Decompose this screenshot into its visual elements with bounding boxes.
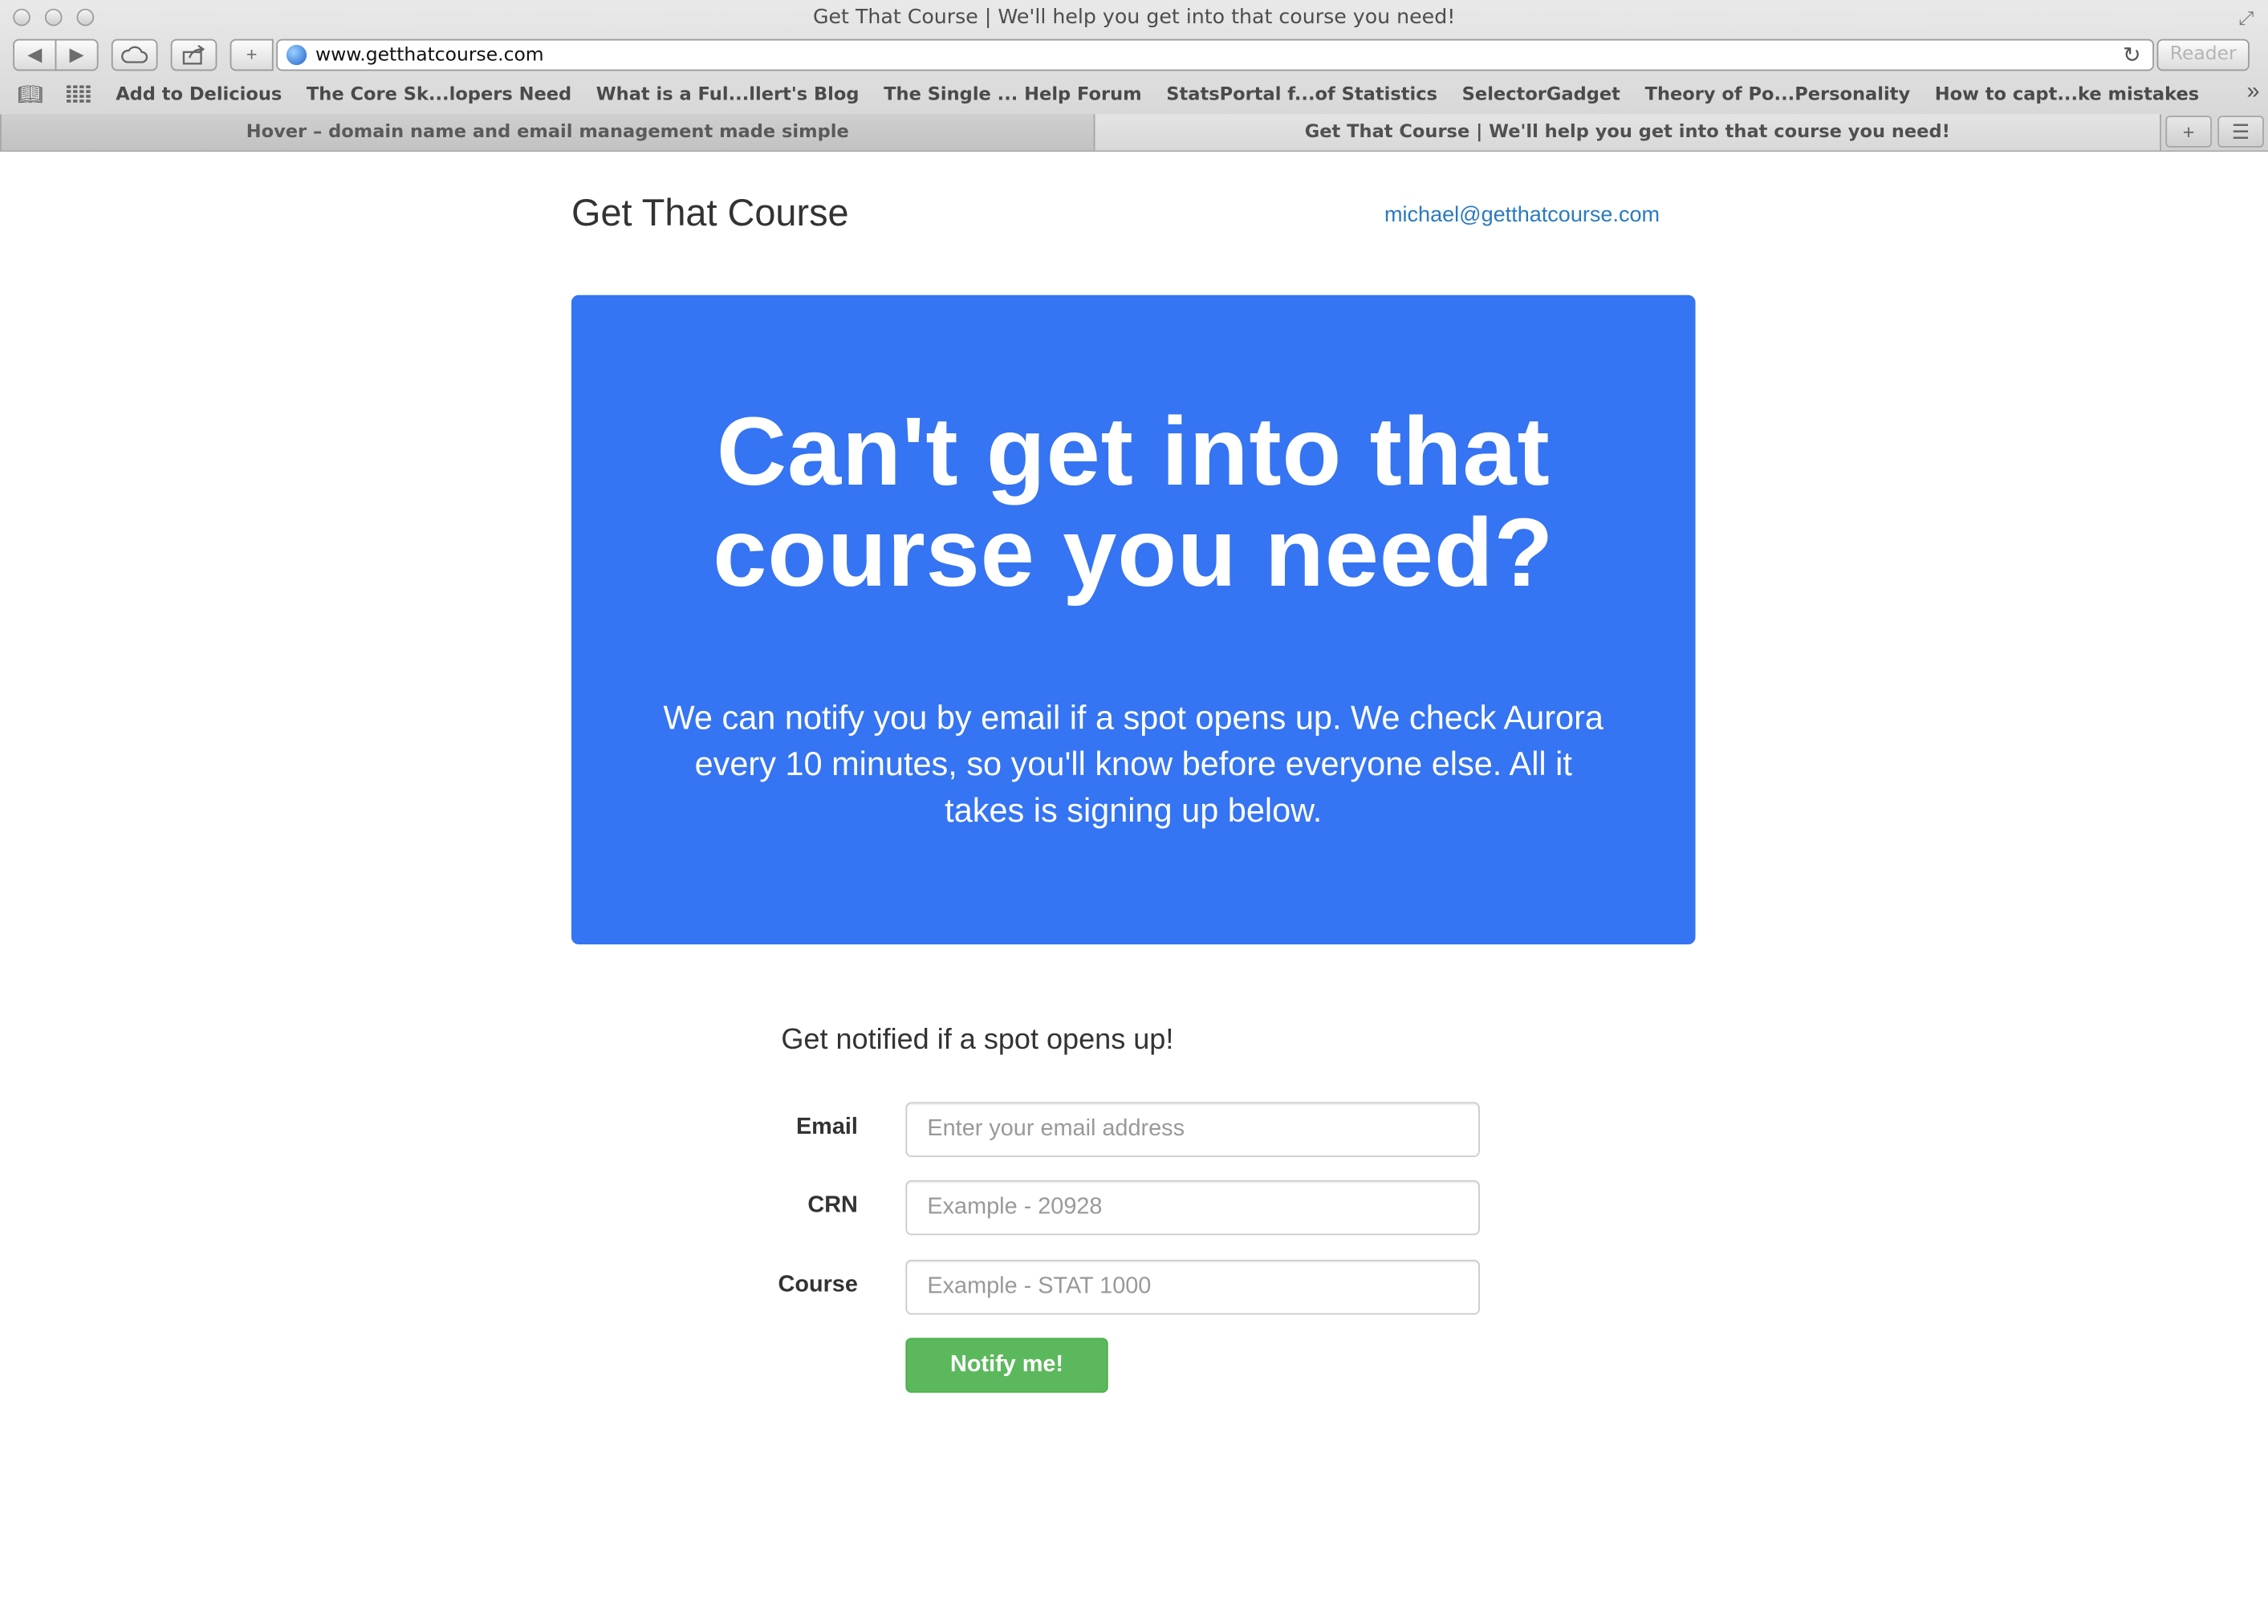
share-icon (182, 44, 205, 65)
add-bookmark-button[interactable]: + (230, 39, 274, 71)
title-bar: Get That Course | We'll help you get int… (0, 0, 2268, 38)
email-label: Email (795, 1114, 858, 1140)
screen: Get That Course | We'll help you get int… (0, 0, 2268, 1624)
reload-icon[interactable]: ↻ (2123, 42, 2141, 68)
hero-banner: Can't get into that course you need? We … (571, 294, 1696, 945)
tab-list-icon: ☰ (2231, 120, 2250, 144)
browser-chrome: Get That Course | We'll help you get int… (0, 0, 2268, 152)
course-row: Course (752, 1259, 1490, 1315)
bookmark-item[interactable]: How to capt...ke mistakes (1935, 83, 2199, 104)
new-tab-button[interactable]: + (2165, 116, 2213, 148)
course-field[interactable] (905, 1259, 1480, 1315)
tab-get-that-course[interactable]: Get That Course | We'll help you get int… (1093, 114, 2161, 151)
crn-row: CRN (752, 1179, 1490, 1236)
browser-toolbar: ◀ ▶ + www.getthatcourse.com ↻ Reader (0, 38, 2268, 75)
share-button[interactable] (170, 39, 217, 71)
globe-icon (286, 44, 307, 66)
forward-button[interactable]: ▶ (55, 39, 99, 71)
reading-list-icon[interactable]: 📖︎ (18, 83, 43, 108)
tab-hover[interactable]: Hover – domain name and email management… (0, 114, 1095, 151)
forward-icon: ▶ (69, 43, 84, 66)
hero-title-line-2: course you need? (713, 498, 1555, 608)
account-email-link[interactable]: michael@getthatcourse.com (1384, 202, 1660, 227)
cloud-icon (121, 46, 148, 63)
crn-field[interactable] (905, 1179, 1480, 1236)
window-title: Get That Course | We'll help you get int… (812, 6, 1456, 30)
tab-overview-button[interactable]: ☰ (2217, 116, 2264, 148)
notify-me-button[interactable]: Notify me! (905, 1338, 1108, 1393)
plus-icon: + (246, 43, 258, 66)
bookmark-item[interactable]: The Single ... Help Forum (884, 83, 1141, 104)
fullscreen-icon[interactable]: ⤢ (2239, 7, 2254, 30)
bookmark-item[interactable]: SelectorGadget (1462, 83, 1620, 104)
signup-form-title: Get notified if a spot opens up! (781, 1024, 1174, 1056)
tab-bar: Hover – domain name and email management… (0, 114, 2268, 151)
more-bookmarks-icon[interactable]: » (2246, 79, 2259, 105)
course-label: Course (778, 1273, 858, 1297)
plus-icon: + (2182, 120, 2195, 144)
email-field[interactable] (905, 1102, 1480, 1157)
hero-title: Can't get into that course you need? (571, 397, 1696, 608)
top-sites-icon[interactable] (66, 83, 91, 108)
bookmarks-bar: 📖︎ Add to Delicious The Core Sk...lopers… (0, 79, 2268, 112)
bookmark-item[interactable]: Theory of Po...Personality (1645, 83, 1911, 104)
back-button[interactable]: ◀ (13, 39, 57, 71)
bookmark-item[interactable]: What is a Ful...llert's Blog (596, 83, 860, 104)
reader-button[interactable]: Reader (2156, 39, 2250, 71)
bookmark-item[interactable]: StatsPortal f...of Statistics (1166, 83, 1437, 104)
url-text[interactable]: www.getthatcourse.com (315, 45, 544, 67)
site-brand[interactable]: Get That Course (571, 191, 849, 236)
web-page: Get That Course michael@getthatcourse.co… (0, 152, 2268, 1624)
hero-description: We can notify you by email if a spot ope… (663, 698, 1603, 829)
bookmark-item[interactable]: Add to Delicious (116, 83, 282, 104)
hero-title-line-1: Can't get into that (716, 397, 1551, 506)
crn-label: CRN (807, 1193, 858, 1218)
icloud-tabs-button[interactable] (111, 39, 158, 71)
email-row: Email (752, 1102, 1490, 1157)
back-icon: ◀ (27, 43, 43, 66)
bookmark-item[interactable]: The Core Sk...lopers Need (307, 83, 571, 104)
bookmark-list: Add to Delicious The Core Sk...lopers Ne… (116, 83, 2199, 104)
address-bar[interactable]: www.getthatcourse.com ↻ (276, 39, 2154, 71)
